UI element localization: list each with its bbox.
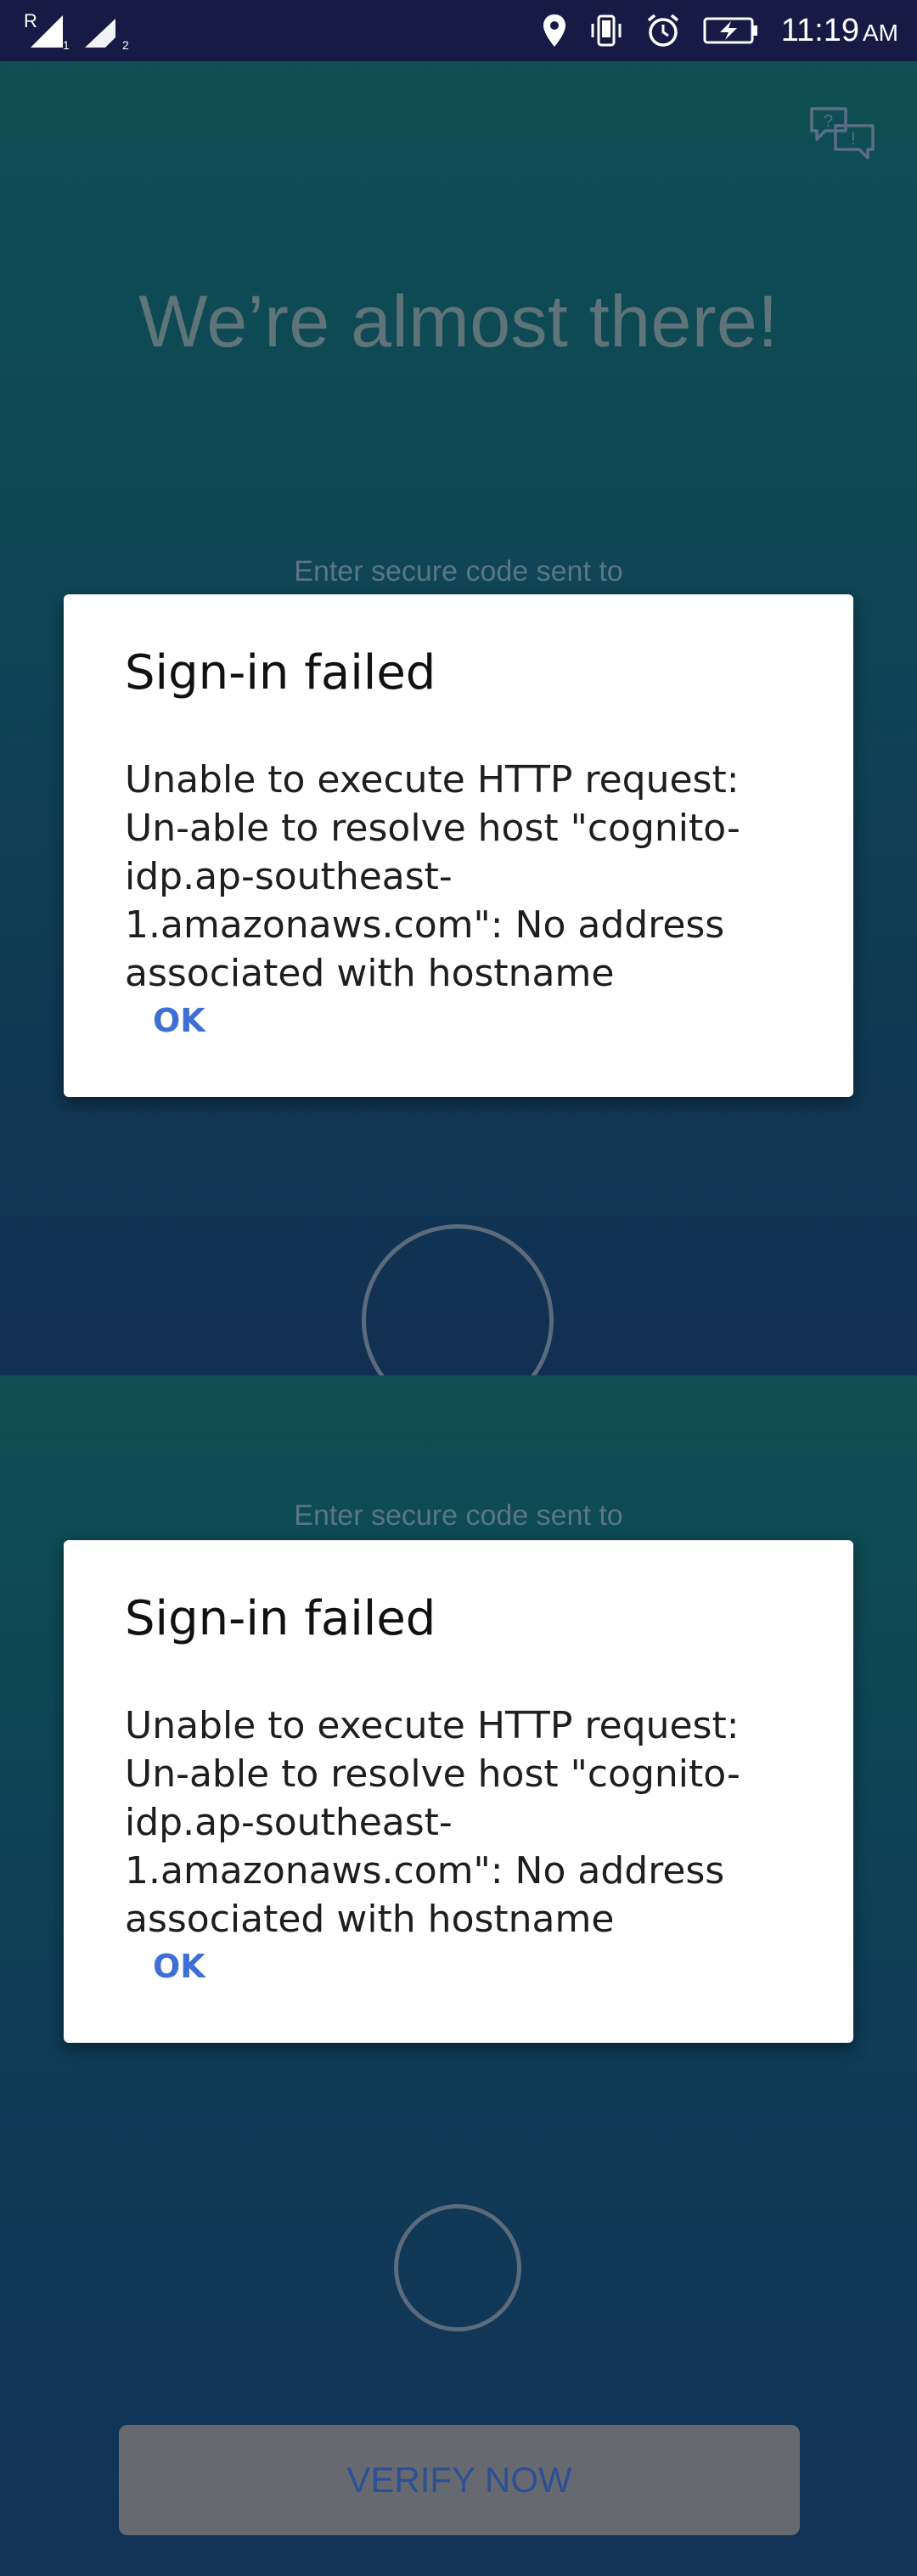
clock: 11:19 AM (781, 13, 898, 49)
page-title: We’re almost there! (138, 281, 779, 363)
alarm-icon (647, 14, 678, 47)
loading-spinner (362, 1224, 554, 1375)
location-icon (543, 14, 565, 47)
battery-charging-icon (703, 17, 757, 44)
loading-spinner (394, 2204, 521, 2331)
ok-button[interactable]: OK (153, 1002, 205, 1039)
svg-text:!: ! (851, 130, 856, 149)
sim2-index: 2 (122, 38, 129, 52)
sim1-index: 1 (63, 38, 70, 52)
dialog-title: Sign-in failed (125, 1591, 436, 1646)
dialog-message: Unable to execute HTTP request: Un-able … (125, 758, 740, 995)
top-screen: R 1 2 11:19 AM ? ! We’re almost there! E… (0, 0, 917, 1375)
vibrate-icon (591, 14, 622, 47)
signal-icons: R 1 2 (24, 10, 129, 52)
clock-time: 11:19 (780, 12, 859, 48)
status-right: 11:19 AM (542, 0, 898, 61)
status-bar: R 1 2 11:19 AM (0, 0, 917, 61)
error-dialog: Sign-in failed Unable to execute HTTP re… (64, 1540, 853, 2043)
clock-ampm: AM (863, 19, 898, 46)
sim1-label: R (24, 10, 37, 31)
bottom-screen: Enter secure code sent to Sign-in failed… (0, 1375, 917, 2576)
code-hint: Enter secure code sent to (294, 555, 623, 588)
chat-help-icon[interactable]: ? ! (808, 104, 876, 163)
dialog-title: Sign-in failed (125, 645, 436, 700)
verify-now-button[interactable]: VERIFY NOW (119, 2425, 800, 2535)
svg-text:?: ? (824, 112, 833, 131)
ok-button[interactable]: OK (153, 1948, 205, 1985)
code-hint: Enter secure code sent to (294, 1499, 623, 1532)
dialog-message: Unable to execute HTTP request: Un-able … (125, 1704, 740, 1941)
error-dialog: Sign-in failed Unable to execute HTTP re… (64, 594, 853, 1097)
